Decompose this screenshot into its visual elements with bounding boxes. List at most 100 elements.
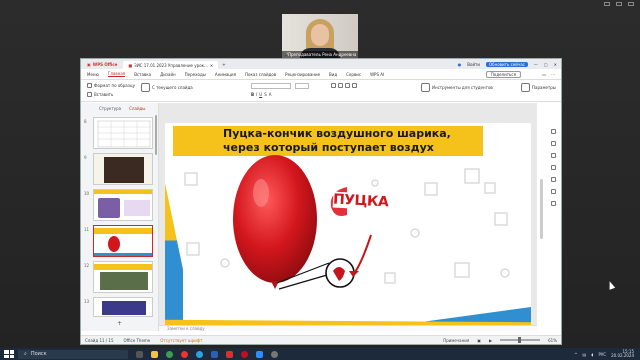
menu-item-review[interactable]: Рецензирование — [285, 72, 320, 77]
document-tab[interactable]: ■ ЗИС 17.01.2023 Управление урок... ✕ — [123, 61, 219, 69]
account-label[interactable]: Войти — [467, 62, 480, 67]
play-icon[interactable]: ▶ — [489, 338, 492, 343]
zoom-level: 61% — [548, 337, 557, 343]
thumb-photo — [100, 272, 148, 290]
slide-thumb-10[interactable] — [93, 189, 153, 221]
font-missing-warning[interactable]: Отсутствует шрифт — [160, 338, 202, 343]
menu-item-wps-ai[interactable]: WPS AI — [370, 72, 384, 77]
telegram-icon[interactable] — [196, 350, 203, 358]
format-painter-button[interactable]: Формат по образцу — [87, 83, 135, 88]
word-icon[interactable] — [211, 350, 218, 358]
menu-item-tools[interactable]: Сервис — [346, 72, 361, 77]
window-controls[interactable] — [604, 2, 634, 6]
slide-thumb-11-selected[interactable] — [93, 225, 153, 257]
more-icon[interactable]: ⋯ — [551, 72, 555, 77]
parameters-button[interactable]: Параметры — [521, 83, 556, 92]
slide-number: 10 — [84, 191, 90, 196]
settings-icon — [521, 83, 530, 92]
search-icon: ⌕ — [24, 351, 27, 357]
thumbs-scrollbar[interactable] — [155, 115, 157, 155]
windows-start-icon[interactable] — [4, 350, 14, 358]
menu-item-menu[interactable]: Меню — [87, 72, 99, 77]
network-icon[interactable]: ▤ — [583, 352, 587, 357]
zoom-app-icon[interactable] — [256, 350, 263, 358]
tab-outline[interactable]: Структура — [99, 106, 121, 111]
tool-icon[interactable] — [550, 129, 556, 134]
slide-counter: Слайд 11 / 15 — [85, 337, 114, 343]
tool-icon[interactable] — [550, 141, 556, 146]
puchka-label: ПУЦКА — [332, 191, 389, 211]
wps-icon: ▣ — [87, 61, 91, 67]
slide-thumb-9[interactable] — [93, 153, 153, 185]
taskbar: ⌕ Поиск ^ ▤ ◖ РУС 15:15 20.02.2024 — [0, 348, 640, 360]
maximize-icon[interactable]: ▢ — [544, 62, 548, 67]
opera-icon[interactable] — [241, 350, 248, 358]
text-format-icons[interactable]: BIUSA — [251, 92, 271, 97]
thumb-table-graphic — [97, 120, 151, 148]
thumb-balloon — [108, 236, 120, 252]
slide-number: 8 — [84, 119, 87, 124]
font-size-select[interactable] — [295, 83, 309, 89]
slide-thumb-12[interactable] — [93, 261, 153, 293]
new-tab-button[interactable]: + — [218, 62, 229, 67]
wps-presentation-window: ▣ WPS Office ■ ЗИС 17.01.2023 Управление у… — [80, 58, 562, 345]
wps-taskbar-icon[interactable] — [226, 350, 233, 358]
menu-bar: Меню Главная Вставка Дизайн Переходы Ани… — [81, 69, 561, 80]
system-tray: ^ ▤ ◖ РУС 15:15 20.02.2024 — [574, 350, 640, 358]
explorer-icon[interactable] — [151, 350, 158, 358]
zoom-slider[interactable] — [500, 337, 541, 343]
paragraph-icons[interactable] — [331, 83, 357, 88]
chevron-up-icon[interactable]: ^ — [574, 352, 577, 357]
thumb-people-image — [98, 198, 120, 218]
slide-editor: Пуцка-кончик воздушного шарика, через ко… — [159, 103, 537, 331]
paste-button[interactable]: Вставить — [87, 92, 113, 97]
settings-icon[interactable] — [271, 350, 278, 358]
add-slide-button[interactable]: + — [117, 320, 122, 327]
menu-item-animation[interactable]: Анимация — [215, 72, 236, 77]
chrome-icon[interactable] — [166, 350, 173, 358]
share-button[interactable]: Поделиться — [485, 71, 521, 78]
participant-name: Преподаватель Рена Андреевна — [282, 51, 358, 58]
account-avatar[interactable]: ● — [458, 62, 462, 67]
minimize-icon[interactable]: — — [534, 62, 538, 67]
update-button[interactable]: Обновить сейчас — [485, 61, 528, 67]
menu-item-design[interactable]: Дизайн — [160, 72, 176, 77]
tool-icon[interactable] — [550, 189, 556, 194]
wps-logo[interactable]: ▣ WPS Office — [81, 62, 123, 67]
volume-icon[interactable]: ◖ — [591, 352, 593, 357]
menu-item-insert[interactable]: Вставка — [134, 72, 151, 77]
slide-thumb-8[interactable] — [93, 117, 153, 149]
slide-number: 12 — [84, 263, 90, 268]
font-family-select[interactable] — [251, 83, 291, 89]
close-icon[interactable]: ✕ — [210, 63, 213, 68]
current-slide[interactable]: Пуцка-кончик воздушного шарика, через ко… — [165, 123, 531, 327]
slide-thumb-13[interactable] — [93, 297, 153, 317]
tool-icon[interactable] — [550, 165, 556, 170]
notes-area[interactable]: Заметки к слайду — [159, 325, 537, 331]
menu-item-view[interactable]: Вид — [329, 72, 337, 77]
editor-scrollbar[interactable] — [540, 179, 543, 239]
notes-toggle[interactable]: Примечания — [443, 338, 469, 343]
close-window-icon[interactable]: ✕ — [554, 62, 557, 67]
tool-icon[interactable] — [550, 177, 556, 182]
task-view-icon[interactable] — [136, 350, 143, 358]
tool-icon[interactable] — [550, 201, 556, 206]
menu-item-transitions[interactable]: Переходы — [185, 72, 206, 77]
pptx-icon: ■ — [128, 62, 133, 68]
yandex-icon[interactable] — [181, 350, 188, 358]
tools-for-students-button[interactable]: Инструменты для студентов — [421, 83, 493, 92]
new-slide-button[interactable]: С текущего слайда — [141, 83, 193, 92]
theme-name: Office Theme — [123, 337, 151, 343]
tool-icon[interactable] — [550, 153, 556, 158]
comment-icon[interactable]: ▭ — [542, 72, 546, 77]
clock[interactable]: 15:15 20.02.2024 — [611, 350, 634, 358]
language-indicator[interactable]: РУС — [598, 352, 606, 357]
taskbar-search[interactable]: ⌕ Поиск — [18, 349, 128, 359]
menu-item-home[interactable]: Главная — [107, 71, 126, 77]
webcam-tile[interactable]: Преподаватель Рена Андреевна 🎤 — [282, 14, 358, 58]
tab-slides[interactable]: Слайды — [129, 106, 145, 111]
menu-item-slideshow[interactable]: Показ слайдов — [245, 72, 276, 77]
slide-number: 13 — [84, 299, 90, 304]
tools-icon — [421, 83, 430, 92]
view-normal-icon[interactable]: ▣ — [477, 338, 481, 343]
